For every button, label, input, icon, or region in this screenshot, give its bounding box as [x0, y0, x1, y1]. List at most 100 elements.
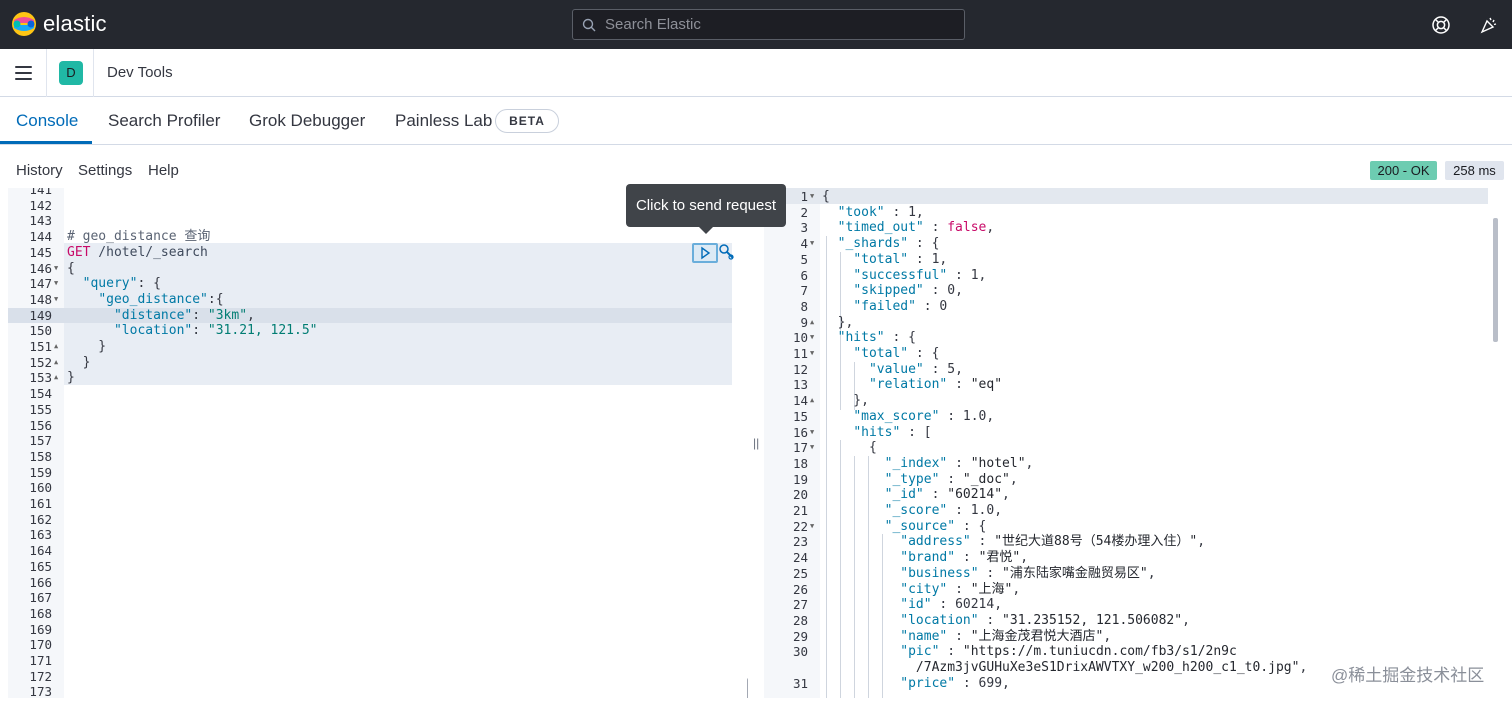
- code-token: ,: [1197, 534, 1206, 550]
- line-number: 141: [29, 188, 52, 197]
- code-token: :: [978, 612, 1003, 628]
- fold-toggle-icon[interactable]: ▼: [810, 425, 814, 441]
- code-line: "address" : "世纪大道88号（54楼办理入住）",: [822, 534, 1205, 550]
- tab-search-profiler[interactable]: Search Profiler: [108, 111, 220, 131]
- line-number: 18: [792, 455, 808, 471]
- code-token: : {: [908, 236, 940, 252]
- help-icon[interactable]: [1431, 15, 1451, 35]
- code-token: "distance": [113, 307, 193, 323]
- code-token: : 60214,: [931, 597, 1003, 613]
- tab-painless-lab[interactable]: Painless Lab: [395, 111, 492, 131]
- line-number: 166: [29, 574, 52, 590]
- fold-toggle-icon[interactable]: ▼: [54, 276, 58, 292]
- code-token: ,: [1182, 612, 1190, 628]
- line-number: 24: [792, 550, 808, 566]
- code-token: ,: [1009, 471, 1018, 487]
- code-token: "_shards": [837, 236, 909, 252]
- fold-toggle-icon[interactable]: ▼: [810, 346, 814, 362]
- fold-toggle-icon[interactable]: ▼: [810, 236, 814, 252]
- response-scrollbar[interactable]: [1493, 218, 1498, 342]
- fold-toggle-icon[interactable]: ▼: [810, 440, 814, 456]
- line-number: 149: [29, 307, 52, 323]
- line-number: 170: [29, 637, 52, 653]
- code-token: :: [947, 581, 971, 597]
- tab-grok-debugger[interactable]: Grok Debugger: [249, 111, 365, 131]
- newsfeed-icon[interactable]: [1479, 15, 1499, 35]
- code-token: :: [192, 323, 208, 339]
- code-line: }: [67, 354, 91, 371]
- code-line: "_id" : "60214",: [822, 487, 1010, 503]
- code-token: : 1.0,: [947, 503, 1003, 518]
- brand-name: elastic: [43, 11, 107, 36]
- code-line: "location": "31.21, 121.5": [67, 323, 318, 339]
- fold-toggle-icon[interactable]: ▼: [810, 189, 814, 205]
- code-token: "上海": [970, 581, 1013, 597]
- code-token: false: [947, 220, 987, 236]
- search-placeholder: Search Elastic: [605, 16, 701, 33]
- line-number: 159: [29, 464, 52, 480]
- code-token: }: [67, 354, 91, 370]
- fold-toggle-icon[interactable]: ▼: [810, 519, 814, 535]
- request-editor[interactable]: 141 142 143 144 # geo_distance 查询 145 GET /hot…: [8, 188, 748, 698]
- code-token: "hits": [853, 424, 901, 440]
- line-number: 172: [29, 668, 52, 684]
- play-icon: [701, 246, 711, 260]
- wrench-icon[interactable]: [718, 243, 735, 261]
- fold-toggle-icon[interactable]: ▼: [54, 261, 58, 277]
- code-line: },: [822, 315, 854, 331]
- fold-toggle-icon[interactable]: ▲: [810, 393, 814, 409]
- line-number: 21: [792, 503, 808, 518]
- code-token: "_source": [884, 518, 956, 534]
- request-scrollbar[interactable]: [747, 678, 748, 698]
- code-token: ,: [1299, 660, 1308, 675]
- code-token: : 5,: [923, 361, 963, 377]
- code-token: :: [947, 455, 971, 471]
- code-line: "_score" : 1.0,: [822, 503, 1002, 519]
- tab-console[interactable]: Console: [16, 111, 78, 131]
- code-token: "city": [900, 581, 948, 597]
- fold-toggle-icon[interactable]: ▼: [54, 292, 58, 308]
- code-line: {: [822, 189, 830, 205]
- code-line: "_source" : {: [822, 518, 987, 535]
- code-line: "skipped" : 0,: [822, 283, 963, 299]
- settings-link[interactable]: Settings: [78, 162, 132, 179]
- fold-toggle-icon[interactable]: ▼: [810, 330, 814, 346]
- help-link[interactable]: Help: [148, 162, 179, 179]
- code-line: "_shards" : {: [822, 236, 940, 252]
- line-number: 29: [792, 628, 808, 644]
- fold-toggle-icon[interactable]: ▲: [54, 339, 58, 355]
- code-token: "failed": [853, 298, 916, 314]
- fold-toggle-icon[interactable]: ▲: [54, 370, 58, 386]
- code-token: :: [939, 471, 963, 487]
- menu-toggle-icon[interactable]: [15, 66, 32, 80]
- global-search-input[interactable]: Search Elastic: [572, 9, 965, 40]
- pane-resizer[interactable]: ||: [753, 436, 759, 450]
- code-line: /7Azm3jvGUHuXe3eS1DrixAWVTXY_w200_h200_c…: [822, 660, 1307, 676]
- elastic-logo[interactable]: elastic: [11, 11, 107, 37]
- code-token: : {: [884, 330, 916, 346]
- history-link[interactable]: History: [16, 162, 63, 179]
- code-token: ,: [986, 220, 995, 236]
- code-token: :: [947, 628, 971, 644]
- space-avatar[interactable]: D: [59, 61, 83, 85]
- code-line: {: [67, 261, 75, 277]
- code-token: }: [67, 370, 75, 386]
- code-token: :: [192, 307, 208, 323]
- code-token: "brand": [900, 550, 956, 566]
- send-request-button[interactable]: [692, 243, 718, 263]
- code-token: :: [939, 644, 963, 660]
- code-token: "location": [900, 612, 979, 628]
- line-number: 145: [29, 244, 52, 260]
- line-number: 155: [29, 401, 52, 417]
- fold-toggle-icon[interactable]: ▲: [810, 315, 814, 331]
- fold-toggle-icon[interactable]: ▲: [54, 355, 58, 371]
- code-line: "relation" : "eq": [822, 377, 1002, 393]
